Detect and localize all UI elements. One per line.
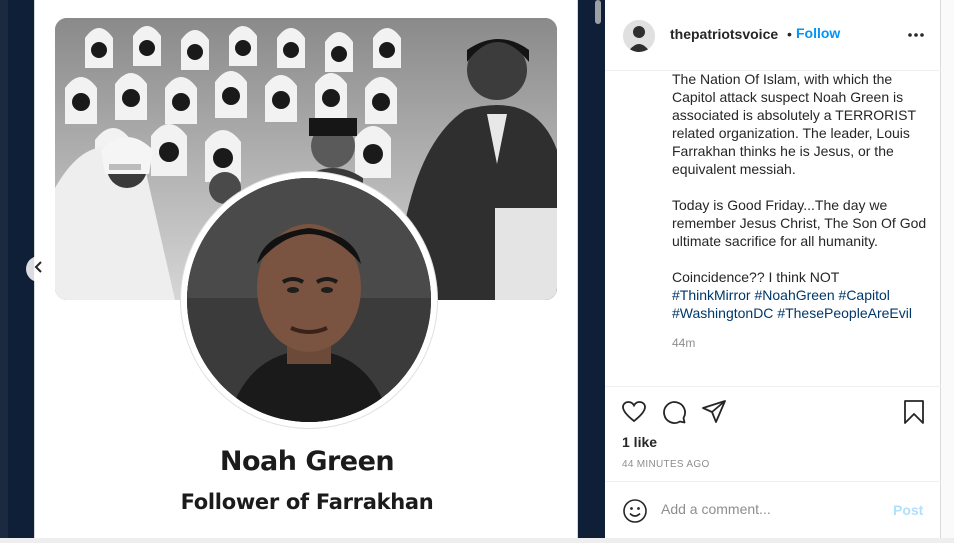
- post-timestamp: 44 MINUTES AGO: [622, 459, 710, 470]
- post-header: thepatriotsvoice • Follow: [605, 0, 941, 71]
- username-link[interactable]: thepatriotsvoice: [670, 26, 778, 42]
- hashtag-link[interactable]: #WashingtonDC: [672, 305, 773, 321]
- post-actions: 1 like 44 MINUTES AGO: [605, 386, 941, 482]
- follow-button[interactable]: Follow: [796, 25, 840, 41]
- hashtag-link[interactable]: #ThesePeopleAreEvil: [777, 305, 912, 321]
- media-name: Noah Green: [219, 446, 395, 477]
- post-media: Noah Green Follower of Farrakhan: [8, 0, 605, 538]
- caption-paragraph: Coincidence?? I think NOT #ThinkMirror #…: [672, 268, 932, 322]
- chevron-left-icon: [33, 260, 45, 278]
- caption-paragraph: Today is Good Friday...The day we rememb…: [672, 197, 927, 249]
- comment-bar: Post: [605, 481, 941, 538]
- likes-count[interactable]: 1 like: [622, 434, 657, 450]
- paper-plane-icon[interactable]: [701, 399, 727, 425]
- user-avatar[interactable]: [623, 20, 655, 52]
- media-card: Noah Green Follower of Farrakhan: [34, 0, 601, 538]
- comment-input[interactable]: [661, 497, 881, 521]
- profile-photo: [187, 178, 431, 422]
- caption-line: Coincidence?? I think NOT: [672, 269, 840, 285]
- post-caption: The Nation Of Islam, with which the Capi…: [672, 70, 932, 322]
- previous-button[interactable]: [26, 256, 52, 282]
- heart-icon[interactable]: [621, 399, 647, 425]
- post-button[interactable]: Post: [893, 502, 923, 518]
- media-subtitle: Follower of Farrakhan: [180, 490, 434, 514]
- caption-age: 44m: [672, 336, 696, 350]
- smiley-icon[interactable]: [622, 498, 648, 524]
- more-horizontal-icon[interactable]: [906, 25, 926, 45]
- page-bottom-edge: [0, 538, 954, 543]
- bookmark-icon[interactable]: [901, 399, 927, 425]
- hashtag-link[interactable]: #Capitol: [839, 287, 890, 303]
- comment-bubble-icon[interactable]: [661, 399, 687, 425]
- page-edge: [0, 0, 8, 543]
- follow-separator: •: [787, 26, 792, 42]
- caption-paragraph: The Nation Of Islam, with which the Capi…: [672, 71, 916, 177]
- media-scrollbar[interactable]: [595, 0, 601, 24]
- hashtag-link[interactable]: #ThinkMirror: [672, 287, 751, 303]
- profile-photo-frame: [181, 172, 437, 428]
- post-details-panel: thepatriotsvoice • Follow The Nation Of …: [605, 0, 941, 538]
- hashtag-link[interactable]: #NoahGreen: [754, 287, 834, 303]
